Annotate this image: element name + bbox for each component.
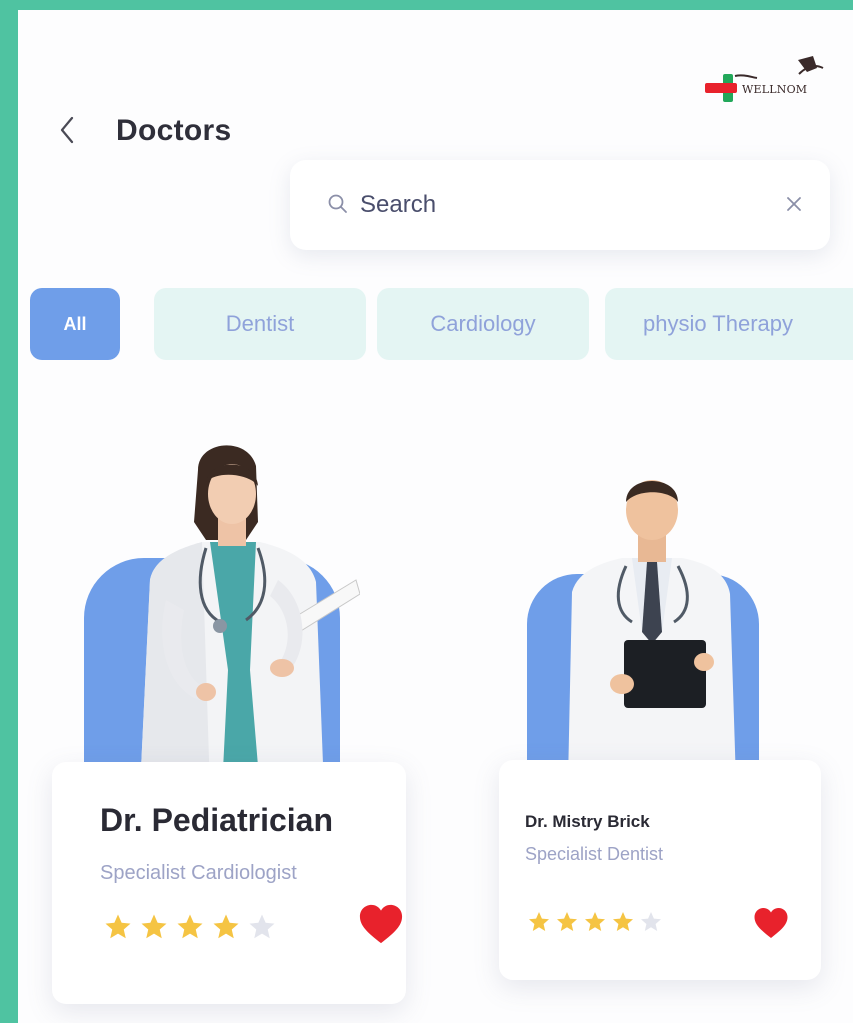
heart-icon[interactable] xyxy=(753,906,789,940)
back-button[interactable] xyxy=(52,110,82,150)
close-icon[interactable] xyxy=(782,192,806,216)
doctor-photo xyxy=(140,445,360,790)
doctor-specialty: Specialist Dentist xyxy=(525,844,664,864)
star-icon xyxy=(613,912,633,931)
category-chip-cardiology[interactable]: Cardiology xyxy=(377,288,589,360)
search-bar xyxy=(290,160,830,250)
category-chip-dentist[interactable]: Dentist xyxy=(154,288,366,360)
star-icon xyxy=(641,912,661,931)
page-title: Doctors xyxy=(116,114,232,147)
doctor-specialty: Specialist Cardiologist xyxy=(100,862,297,884)
doctor-name: Dr. Pediatrician xyxy=(100,802,333,838)
star-icon xyxy=(141,914,167,939)
doctor-card[interactable]: Dr. Pediatrician Specialist Cardiologist xyxy=(52,762,406,1004)
doctor-rating xyxy=(525,910,665,934)
chevron-left-icon xyxy=(60,116,74,144)
star-icon xyxy=(177,914,203,939)
doctors-screen: Doctors WELLNOM All Dentist Cardiology p… xyxy=(18,10,853,1023)
star-icon xyxy=(529,912,549,931)
doctor-rating xyxy=(100,912,280,942)
doctor-card[interactable]: Dr. Mistry Brick Specialist Dentist xyxy=(499,760,821,980)
star-icon xyxy=(213,914,239,939)
heart-icon[interactable] xyxy=(358,902,404,946)
category-chip-all[interactable]: All xyxy=(30,288,120,360)
category-chip-physio-therapy[interactable]: physio Therapy xyxy=(605,288,853,360)
logo-text: WELLNOM xyxy=(742,83,808,96)
search-icon xyxy=(328,194,347,213)
doctor-name: Dr. Mistry Brick xyxy=(525,812,650,831)
star-icon xyxy=(585,912,605,931)
star-icon xyxy=(105,914,131,939)
star-icon xyxy=(557,912,577,931)
search-input[interactable] xyxy=(360,185,740,225)
brand-logo xyxy=(703,50,838,110)
doctor-photo xyxy=(568,480,736,782)
medical-cross-icon xyxy=(705,56,824,102)
star-icon xyxy=(249,914,275,939)
